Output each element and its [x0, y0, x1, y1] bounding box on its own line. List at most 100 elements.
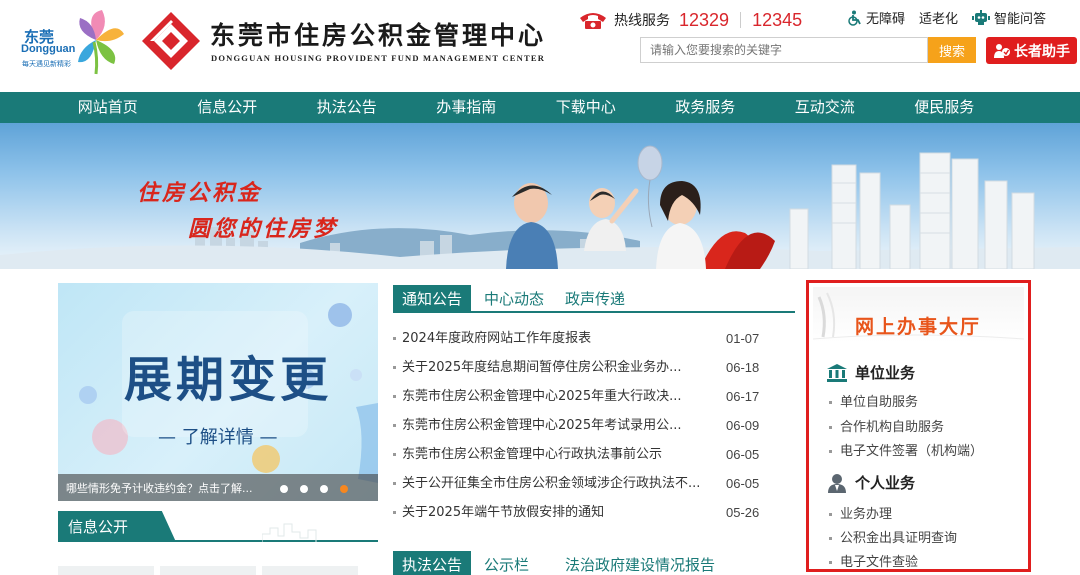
news-carousel[interactable]: 展期变更 — 了解详情 — 哪些情形免予计收违约金？点击了解...: [58, 283, 378, 501]
personal-link[interactable]: 公积金出具证明查询: [829, 527, 957, 546]
carousel-dot-active[interactable]: [340, 485, 348, 493]
smart-qa-button[interactable]: 智能问答: [972, 8, 1046, 27]
news-title[interactable]: 关于2025年度结息期间暂停住房公积金业务办...: [402, 353, 702, 382]
personal-link[interactable]: 业务办理: [829, 503, 892, 522]
bullet-icon: [393, 424, 396, 427]
hall-title: 网上办事大厅: [855, 316, 982, 338]
bullet-icon: [829, 426, 832, 429]
search-button[interactable]: 搜索: [928, 37, 976, 63]
robot-icon: [972, 9, 991, 25]
bullet-icon: [393, 366, 396, 369]
news-item[interactable]: 关于2025年度结息期间暂停住房公积金业务办... 06-18: [393, 353, 768, 382]
city-logo-slogan: 每天遇见新精彩: [22, 60, 71, 68]
news-date: 05-26: [726, 505, 760, 520]
news-item[interactable]: 东莞市住房公积金管理中心2025年考试录用公... 06-09: [393, 411, 768, 440]
news-date: 06-05: [726, 447, 760, 462]
carousel-dot[interactable]: [280, 485, 288, 493]
info-item-stub: [160, 566, 256, 575]
person-icon: [828, 473, 846, 493]
nav-item-home[interactable]: 网站首页: [48, 92, 168, 123]
nav-item-guide[interactable]: 办事指南: [407, 92, 527, 123]
city-logo-en: Dongguan: [21, 43, 76, 55]
news-title[interactable]: 关于公开征集全市住房公积金领域涉企行政执法不...: [402, 469, 702, 498]
news-date: 06-18: [726, 360, 760, 375]
header-toolbar: 无障碍 适老化 智能问答: [846, 8, 1060, 27]
news-item[interactable]: 关于2025年端午节放假安排的通知 05-26: [393, 498, 768, 527]
bullet-icon: [829, 513, 832, 516]
bullet-icon: [829, 537, 832, 540]
hotline-number: 12345: [752, 9, 803, 30]
tab-enforcement-notice[interactable]: 执法公告: [393, 551, 472, 575]
nav-item-convenience[interactable]: 便民服务: [885, 92, 1005, 123]
tab-policy-voice[interactable]: 政声传递: [565, 285, 625, 313]
dongguan-city-logo[interactable]: 东莞 Dongguan 每天遇见新精彩: [18, 6, 130, 76]
carousel-details-link[interactable]: — 了解详情 —: [158, 423, 277, 449]
site-title: 东莞市住房公积金管理中心: [210, 21, 547, 50]
news-title[interactable]: 2024年度政府网站工作年度报表: [402, 324, 702, 353]
nav-item-downloads[interactable]: 下载中心: [526, 92, 646, 123]
tab-notices[interactable]: 通知公告: [393, 285, 472, 313]
main-nav: 网站首页 信息公开 执法公告 办事指南 下载中心 政务服务 互动交流 便民服务: [0, 92, 1080, 123]
bullet-icon: [829, 450, 832, 453]
news-date: 06-05: [726, 476, 760, 491]
elderly-mode-label: 适老化: [919, 12, 959, 27]
tab-center-news[interactable]: 中心动态: [484, 285, 544, 313]
elder-assistant-label: 长者助手: [1014, 43, 1070, 60]
info-disclosure-title: 信息公开: [68, 518, 129, 536]
info-disclosure-items: [58, 566, 378, 575]
banner-slogan-line2: 圆您的住房梦: [188, 216, 339, 242]
news-title[interactable]: 关于2025年端午节放假安排的通知: [402, 498, 702, 527]
info-item-stub: [262, 566, 358, 575]
unit-link[interactable]: 合作机构自助服务: [829, 416, 944, 435]
carousel-caption[interactable]: 哪些情形免予计收违约金？点击了解...: [66, 480, 253, 496]
tab-rule-of-law-report[interactable]: 法治政府建设情况报告: [565, 551, 715, 575]
bullet-icon: [393, 511, 396, 514]
news-item[interactable]: 东莞市住房公积金管理中心行政执法事前公示 06-05: [393, 440, 768, 469]
personal-link-label[interactable]: 公积金出具证明查询: [840, 531, 957, 546]
unit-link[interactable]: 单位自助服务: [829, 391, 918, 410]
personal-link[interactable]: 电子文件查验: [829, 551, 918, 569]
tab-public-board[interactable]: 公示栏: [484, 551, 529, 575]
news-title[interactable]: 东莞市住房公积金管理中心2025年考试录用公...: [402, 411, 702, 440]
nav-item-enforcement[interactable]: 执法公告: [287, 92, 407, 123]
site-title-en: DONGGUAN HOUSING PROVIDENT FUND MANAGEME…: [211, 53, 546, 63]
elderly-mode-button[interactable]: 适老化: [919, 8, 958, 27]
personal-link-label[interactable]: 电子文件查验: [840, 555, 918, 569]
personal-business-heading: 个人业务: [827, 472, 915, 493]
news-item[interactable]: 东莞市住房公积金管理中心2025年重大行政决... 06-17: [393, 382, 768, 411]
unit-link-label[interactable]: 电子文件签署（机构端）: [840, 444, 983, 459]
unit-link-label[interactable]: 单位自助服务: [840, 395, 918, 410]
news-title[interactable]: 东莞市住房公积金管理中心行政执法事前公示: [402, 440, 702, 469]
elder-assistant-icon: [994, 43, 1010, 58]
personal-link-label[interactable]: 业务办理: [840, 507, 892, 522]
housing-fund-logo-icon[interactable]: [140, 10, 202, 72]
bullet-icon: [393, 482, 396, 485]
news-item[interactable]: 2024年度政府网站工作年度报表 01-07: [393, 324, 768, 353]
elder-assistant-button[interactable]: 长者助手: [986, 37, 1077, 64]
carousel-dot[interactable]: [300, 485, 308, 493]
site-header: 东莞 Dongguan 每天遇见新精彩 东莞市住房公积金管理中心 DONGGUA…: [0, 0, 1080, 92]
page-root: 东莞 Dongguan 每天遇见新精彩 东莞市住房公积金管理中心 DONGGUA…: [0, 0, 1080, 575]
phone-icon: [580, 13, 606, 29]
bank-building-icon: [827, 363, 847, 382]
unit-link[interactable]: 电子文件签署（机构端）: [829, 440, 983, 459]
carousel-dot[interactable]: [320, 485, 328, 493]
news-date: 06-09: [726, 418, 760, 433]
nav-item-gov-services[interactable]: 政务服务: [646, 92, 766, 123]
info-item-stub: [58, 566, 154, 575]
carousel-caption-bar: 哪些情形免予计收违约金？点击了解...: [58, 474, 378, 501]
news-tab-bar: 通知公告 中心动态 政声传递: [393, 285, 795, 313]
news-item[interactable]: 关于公开征集全市住房公积金领域涉企行政执法不... 06-05: [393, 469, 768, 498]
hotline-number: 12329: [679, 9, 730, 30]
unit-link-label[interactable]: 合作机构自助服务: [840, 420, 944, 435]
info-disclosure-tab[interactable]: 信息公开: [58, 511, 176, 542]
search-input[interactable]: [640, 37, 928, 63]
nav-item-info-disclosure[interactable]: 信息公开: [168, 92, 288, 123]
news-list: 2024年度政府网站工作年度报表 01-07 关于2025年度结息期间暂停住房公积…: [393, 324, 768, 527]
nav-item-interaction[interactable]: 互动交流: [765, 92, 885, 123]
bullet-icon: [829, 561, 832, 564]
accessibility-button[interactable]: 无障碍: [846, 8, 905, 27]
news-date: 06-17: [726, 389, 760, 404]
news-title[interactable]: 东莞市住房公积金管理中心2025年重大行政决...: [402, 382, 702, 411]
accessibility-label: 无障碍: [866, 12, 906, 27]
